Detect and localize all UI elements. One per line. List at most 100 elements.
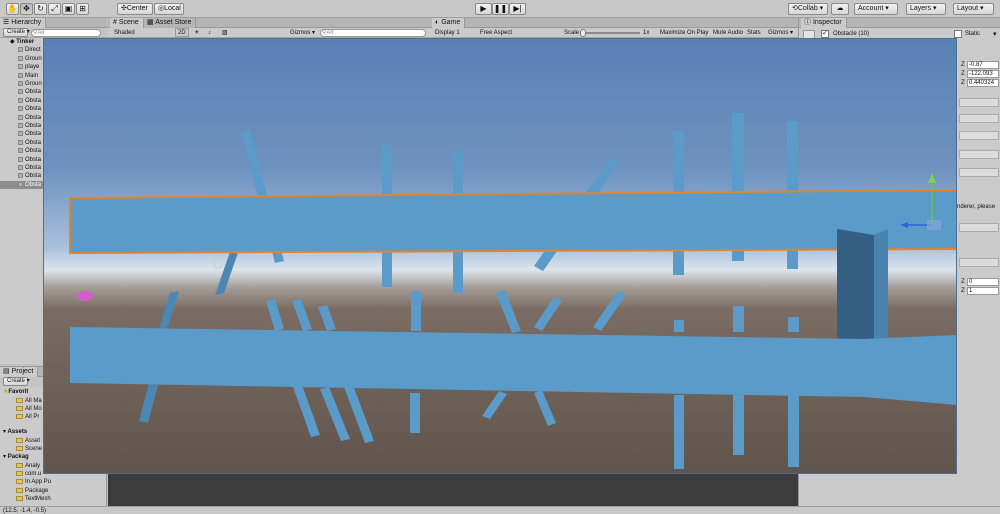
pos-z-field[interactable]: -0.87 [967, 61, 999, 69]
game-viewport[interactable] [43, 38, 957, 474]
tab-hierarchy[interactable]: ☰ Hierarchy [0, 18, 47, 28]
space-toggle-button[interactable]: ◎Local [154, 3, 184, 15]
info-icon: ⓘ [804, 19, 813, 26]
tab-inspector[interactable]: ⓘ Inspector [801, 18, 847, 28]
game-toolbar: Display 1 Free Aspect Scale 1x Maximize … [430, 28, 798, 38]
project-item[interactable]: Package [0, 487, 48, 495]
search-folder-icon [16, 414, 23, 420]
layout-dropdown[interactable]: Layout ▾ [953, 3, 994, 15]
cloud-icon: ☁ [836, 5, 844, 12]
obstacle-post [733, 306, 744, 332]
folder-icon [16, 462, 23, 468]
mute-audio-toggle[interactable]: Mute Audio [711, 28, 745, 38]
favorites-header[interactable]: ★Favorit [3, 388, 28, 396]
play-button[interactable]: ▶ [475, 3, 492, 15]
account-dropdown[interactable]: Account ▾ [854, 3, 898, 15]
layers-dropdown[interactable]: Layers ▾ [906, 3, 946, 15]
tab-game[interactable]: ◐ Game [432, 18, 466, 28]
hierarchy-search-input[interactable]: ⚲All [31, 29, 101, 37]
main-toolbar: ✋ ✥ ↻ ⤢ ▣ ⊞ ✣Center ◎Local ▶ ❚❚ ▶| ⟲Coll… [0, 0, 1000, 18]
cloud-button[interactable]: ☁ [831, 3, 849, 15]
aspect-dropdown[interactable]: Free Aspect [478, 28, 560, 38]
packages-header[interactable]: ▾ Packag [3, 453, 29, 461]
move-tool-button[interactable]: ✥ [20, 3, 33, 15]
size-z-label: Z [961, 288, 965, 294]
game-gizmos-dropdown[interactable]: Gizmos ▾ [766, 28, 795, 38]
pause-button[interactable]: ❚❚ [492, 3, 509, 15]
maximize-on-play-toggle[interactable]: Maximize On Play [658, 28, 710, 38]
pause-icon: ❚❚ [493, 4, 508, 13]
component-field[interactable] [959, 114, 999, 123]
assets-header[interactable]: ▾ Assets [3, 428, 27, 436]
scale-slider-thumb[interactable] [580, 29, 586, 37]
gizmo-center-handle[interactable] [927, 220, 941, 230]
box-z-label: Z [961, 279, 965, 285]
effects-toggle[interactable]: ▨ [220, 28, 230, 38]
folder-icon [16, 487, 23, 493]
scene-gizmos-dropdown[interactable]: Gizmos ▾ [288, 28, 317, 38]
project-item[interactable]: Asset [0, 437, 40, 445]
pivot-toggle-button[interactable]: ✣Center [117, 3, 153, 15]
hand-icon: ✋ [7, 4, 18, 13]
component-field[interactable] [959, 258, 999, 267]
component-field[interactable] [959, 223, 999, 232]
game-tabbar: ◐ Game [430, 18, 798, 28]
folder-icon: ▤ [3, 368, 12, 375]
project-create-button[interactable]: Create ▾ [3, 377, 30, 386]
transform-tool-button[interactable]: ⊞ [76, 3, 89, 15]
gameobject-icon [18, 148, 23, 154]
scene-root-item[interactable]: ◆ Tinker [10, 38, 34, 46]
collab-button[interactable]: ⟲Collab ▾ [788, 3, 828, 15]
project-item[interactable]: All Ma [0, 397, 42, 405]
project-item[interactable]: TextMesh [0, 495, 51, 503]
active-checkbox[interactable]: ✓ [821, 30, 829, 38]
obstacle-post [674, 320, 684, 332]
gameobject-icon [18, 80, 23, 86]
hand-tool-button[interactable]: ✋ [6, 3, 19, 15]
gameobject-icon [18, 114, 23, 120]
center-z-field[interactable]: 0 [967, 278, 999, 286]
scale-value: 1x [643, 30, 650, 36]
scale-tool-button[interactable]: ⤢ [48, 3, 61, 15]
play-icon: ▶ [480, 4, 487, 13]
tab-asset-store[interactable]: ▦ Asset Store [144, 18, 197, 28]
project-item[interactable]: All Pr [0, 413, 39, 421]
folder-icon [16, 437, 23, 443]
scale-slider[interactable] [580, 29, 640, 37]
folder-icon [16, 496, 23, 502]
static-checkbox[interactable] [954, 30, 962, 38]
project-item[interactable]: In App Pu [0, 478, 51, 486]
component-field[interactable] [959, 98, 999, 107]
static-dropdown[interactable]: ▾ [993, 30, 999, 38]
rotate-tool-button[interactable]: ↻ [34, 3, 47, 15]
stats-toggle[interactable]: Stats [745, 28, 763, 38]
scale-z-field[interactable]: 0.440324 [967, 79, 999, 87]
project-item[interactable]: All Mo [0, 405, 42, 413]
component-field[interactable] [959, 168, 999, 177]
component-field[interactable] [959, 131, 999, 140]
hierarchy-create-button[interactable]: Create ▾ [3, 28, 30, 37]
lighting-toggle[interactable]: ☀ [192, 28, 201, 38]
rot-z-field[interactable]: -122.093 [967, 70, 999, 78]
lower-beam-far [864, 335, 956, 405]
toggle-2d-button[interactable]: 2D [175, 28, 189, 37]
shading-mode-dropdown[interactable]: Shaded [112, 28, 172, 38]
tab-project[interactable]: ▤ Project [0, 367, 39, 377]
project-item[interactable]: com.u [0, 470, 41, 478]
folder-icon [16, 445, 23, 451]
gameobject-icon [18, 47, 23, 53]
size-z-field[interactable]: 1 [967, 287, 999, 295]
obstacle-post [674, 395, 684, 469]
project-item[interactable]: Analy [0, 462, 40, 470]
rect-icon: ▣ [64, 4, 73, 13]
component-field[interactable] [959, 150, 999, 159]
tab-scene[interactable]: # Scene [110, 18, 144, 28]
scene-search-input[interactable]: ⚲All [320, 29, 426, 37]
sun-icon: ☀ [194, 30, 200, 36]
gameobject-icon [18, 181, 23, 187]
audio-toggle[interactable]: ♪ [206, 28, 213, 38]
search-folder-icon [16, 405, 23, 411]
display-dropdown[interactable]: Display 1 [433, 28, 475, 38]
step-button[interactable]: ▶| [509, 3, 526, 15]
rect-tool-button[interactable]: ▣ [62, 3, 75, 15]
